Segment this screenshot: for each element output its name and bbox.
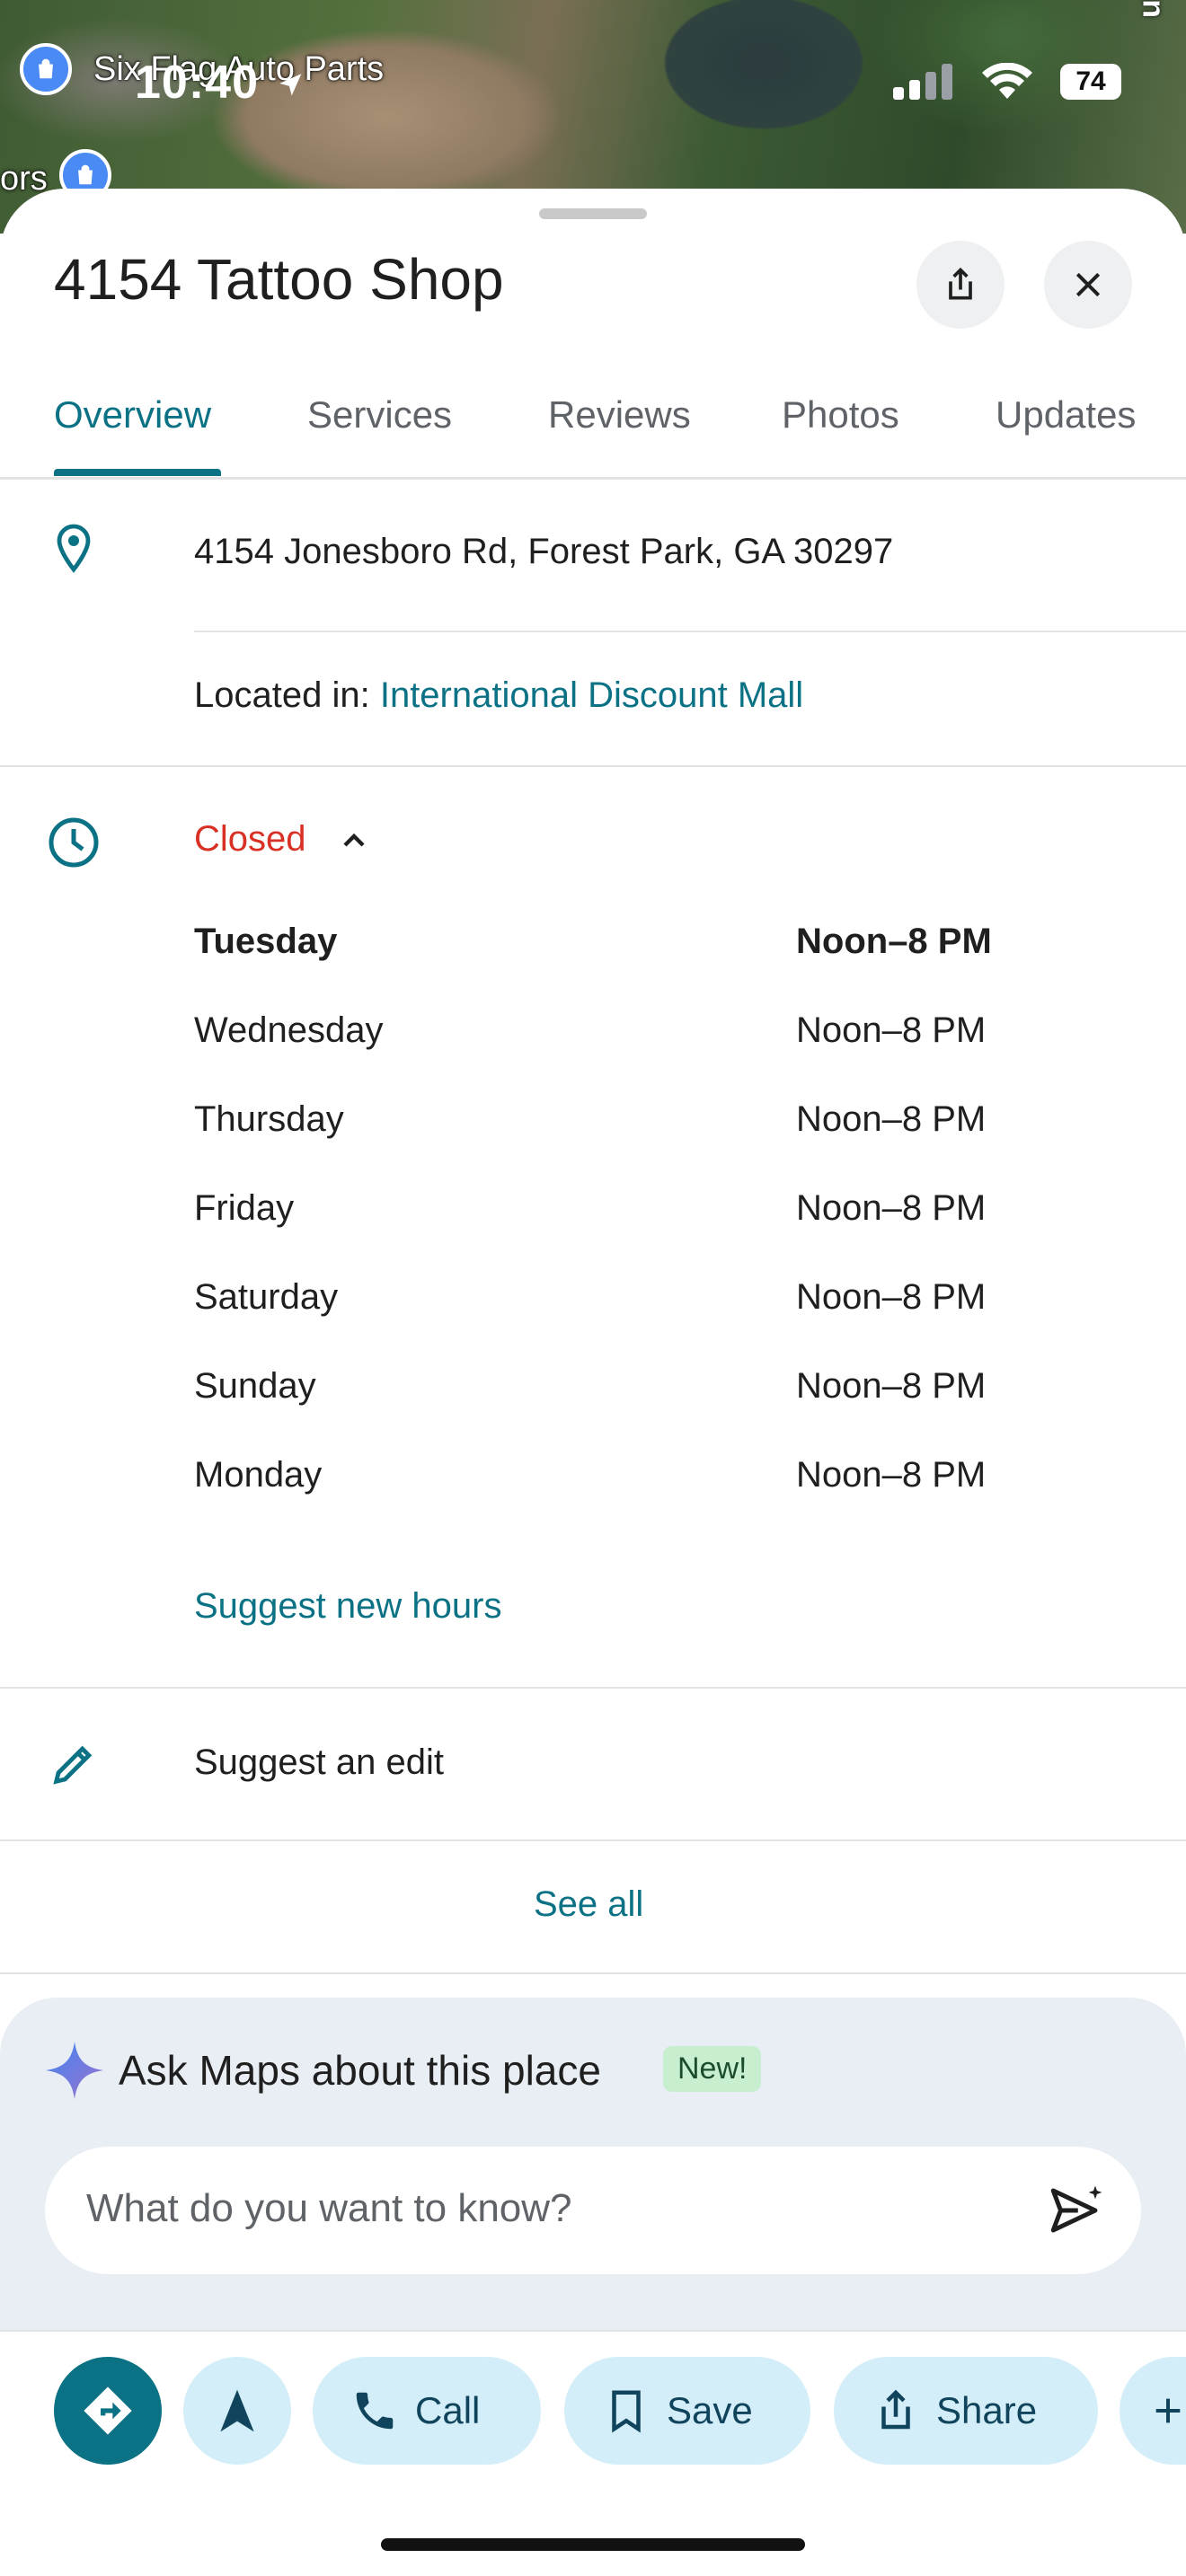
hours-day: Tuesday <box>194 922 338 961</box>
tab-services[interactable]: Services <box>307 384 452 480</box>
ask-maps-title: Ask Maps about this place <box>119 2047 601 2094</box>
wifi-icon <box>982 63 1032 99</box>
tab-updates[interactable]: Updates <box>996 384 1136 480</box>
location-pin-icon <box>47 523 101 577</box>
active-tab-indicator <box>54 469 221 476</box>
share-button[interactable]: Share <box>834 2357 1098 2465</box>
tab-photos[interactable]: Photos <box>782 384 899 480</box>
tab-overview[interactable]: Overview <box>54 384 211 480</box>
located-in-link[interactable]: International Discount Mall <box>380 675 803 715</box>
call-button[interactable]: Call <box>313 2357 541 2465</box>
ask-input-placeholder: What do you want to know? <box>86 2186 572 2230</box>
tab-reviews[interactable]: Reviews <box>548 384 691 480</box>
open-status: Closed <box>194 819 306 859</box>
home-indicator[interactable] <box>381 2538 805 2551</box>
navigation-arrow-icon <box>220 2389 254 2432</box>
share-label: Share <box>936 2389 1038 2431</box>
hours-time: Noon–8 PM <box>796 1455 987 1495</box>
share-icon <box>881 2389 910 2430</box>
new-badge: New! <box>663 2046 762 2092</box>
close-button[interactable] <box>1044 241 1132 329</box>
directions-button[interactable] <box>54 2357 162 2465</box>
tab-bar: Overview Services Reviews Photos Updates <box>0 384 1186 480</box>
address-text[interactable]: 4154 Jonesboro Rd, Forest Park, GA 30297 <box>194 532 893 572</box>
status-time: 10:40 <box>135 56 306 110</box>
bookmark-icon <box>612 2390 641 2433</box>
hours-time: Noon–8 PM <box>796 1010 987 1050</box>
hours-time: Noon–8 PM <box>796 1188 987 1228</box>
status-icons: 74 <box>891 63 1121 101</box>
directions-icon <box>84 2386 132 2435</box>
suggest-new-hours-link[interactable]: Suggest new hours <box>194 1586 501 1627</box>
hours-day: Saturday <box>194 1277 339 1317</box>
save-button[interactable]: Save <box>564 2357 810 2465</box>
suggest-edit-button[interactable]: Suggest an edit <box>194 1742 444 1783</box>
call-label: Call <box>415 2389 481 2431</box>
hours-day: Thursday <box>194 1099 344 1139</box>
hours-day: Wednesday <box>194 1010 384 1050</box>
located-in: Located in: International Discount Mall <box>194 675 803 716</box>
chevron-up-icon <box>343 834 365 847</box>
share-sheet-button[interactable] <box>916 241 1005 329</box>
start-navigation-button[interactable] <box>183 2357 291 2465</box>
located-in-prefix: Located in: <box>194 675 370 715</box>
section-divider-1 <box>0 765 1186 767</box>
share-icon <box>949 267 972 300</box>
hours-day: Sunday <box>194 1366 316 1406</box>
location-arrow-icon <box>279 74 302 96</box>
section-divider-4 <box>0 1972 1186 1974</box>
save-label: Save <box>667 2389 753 2431</box>
road-label: Magnolia Ln <box>1135 0 1170 18</box>
action-bar: Call Save Share <box>0 2330 1186 2492</box>
hours-time: Noon–8 PM <box>796 1366 987 1406</box>
phone-icon <box>356 2392 394 2430</box>
shopping-pin-icon[interactable] <box>20 43 72 95</box>
hours-toggle[interactable]: Closed <box>194 819 372 860</box>
hours-time: Noon–8 PM <box>796 1277 987 1317</box>
battery-indicator: 74 <box>1060 64 1121 100</box>
send-sparkle-icon[interactable] <box>1046 2181 1105 2240</box>
section-divider-2 <box>0 1687 1186 1689</box>
close-icon <box>1075 272 1101 297</box>
hours-day: Friday <box>194 1188 295 1228</box>
see-all-button[interactable]: See all <box>534 1884 643 1925</box>
plus-icon <box>1155 2398 1181 2423</box>
ask-input[interactable]: What do you want to know? <box>45 2147 1141 2274</box>
place-title: 4154 Tattoo Shop <box>54 247 504 312</box>
clock-icon <box>47 816 101 869</box>
hours-time: Noon–8 PM <box>796 922 992 961</box>
address-divider <box>194 631 1186 632</box>
hours-day: Monday <box>194 1455 323 1495</box>
sheet-grabber[interactable] <box>539 208 647 219</box>
hours-time: Noon–8 PM <box>796 1099 987 1139</box>
cellular-signal-icon <box>893 64 952 100</box>
pencil-icon <box>47 1737 101 1791</box>
sparkle-icon <box>45 2041 104 2100</box>
section-divider-3 <box>0 1839 1186 1841</box>
more-actions-button[interactable] <box>1120 2357 1186 2465</box>
